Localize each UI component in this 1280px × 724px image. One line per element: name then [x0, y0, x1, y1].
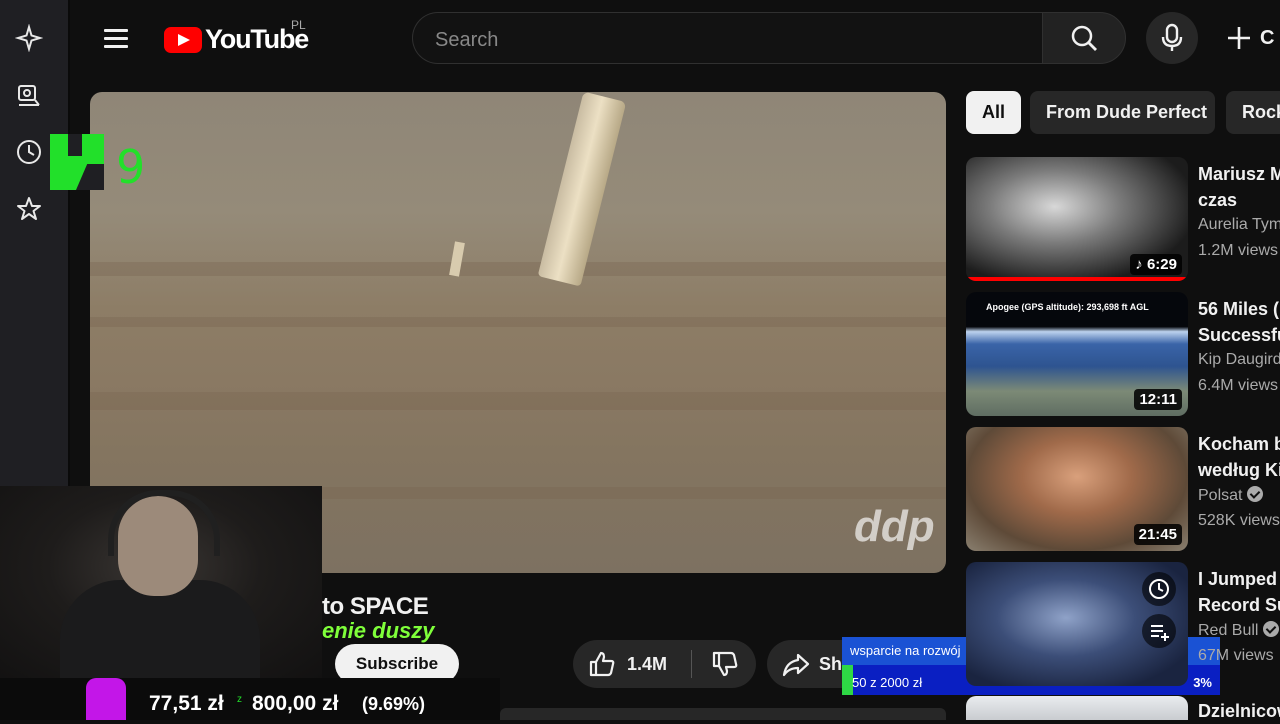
recommendation-item[interactable]: 21:45 Kocham b według Ki Polsat 528K vie… — [966, 427, 1280, 551]
play-logo-icon — [164, 27, 202, 53]
search-input[interactable] — [433, 25, 1017, 55]
streamer-icon[interactable] — [14, 80, 44, 110]
overlay-caption: enie duszy — [322, 618, 435, 643]
video-thumbnail[interactable] — [966, 696, 1188, 720]
thumbs-up-icon — [589, 651, 615, 677]
recommendation-item[interactable]: Apogee (GPS altitude): 293,698 ft AGL 12… — [966, 292, 1280, 416]
like-button[interactable]: 1.4M — [573, 640, 691, 688]
share-icon — [782, 653, 810, 677]
ticker-goal: 800,00 zł — [252, 692, 339, 715]
rec-views: 528K views — [1198, 512, 1280, 529]
search-button[interactable] — [1042, 12, 1126, 64]
thumb-caption: Apogee (GPS altitude): 293,698 ft AGL — [986, 302, 1149, 312]
rec-channel[interactable]: Polsat — [1198, 486, 1264, 505]
star-icon[interactable] — [14, 194, 44, 224]
verified-icon — [1247, 486, 1264, 502]
description-panel[interactable] — [500, 708, 946, 720]
queue-icon — [1151, 625, 1169, 641]
video-thumbnail[interactable]: ♪ 6:29 — [966, 157, 1188, 281]
rec-channel[interactable]: Kip Daugird — [1198, 351, 1280, 369]
chip-from-dude-perfect[interactable]: From Dude Perfect — [1030, 91, 1215, 134]
thumbs-down-icon — [712, 651, 738, 677]
rec-title[interactable]: Dzielnicow — [1198, 698, 1280, 724]
ticker-badge-icon — [86, 678, 126, 720]
rec-views: 67M views — [1198, 647, 1274, 664]
video-title: to SPACE — [322, 593, 429, 620]
sparkle-icon[interactable] — [14, 23, 44, 53]
goal-ticker: 77,51 zł z 800,00 zł (9.69%) — [0, 678, 500, 720]
rec-channel[interactable]: Aurelia Tym — [1198, 216, 1280, 234]
recommendation-item[interactable]: I Jumped Record Su Red Bull 67M views — [966, 562, 1280, 686]
duration-badge: 21:45 — [1133, 524, 1182, 545]
verified-icon — [1263, 621, 1280, 637]
rec-title-line2[interactable]: Successfu — [1198, 322, 1280, 348]
watch-later-button[interactable] — [1142, 572, 1176, 606]
ticker-percent: (9.69%) — [362, 694, 426, 714]
clock-icon[interactable] — [14, 137, 44, 167]
microphone-icon — [1161, 23, 1183, 51]
create-label: C — [1260, 26, 1275, 49]
clock-icon — [1149, 579, 1169, 599]
webcam-feed — [0, 486, 322, 678]
dislike-button[interactable] — [699, 640, 751, 688]
add-to-queue-button[interactable] — [1142, 614, 1176, 648]
rec-title[interactable]: Mariusz M — [1198, 161, 1280, 187]
duration-badge: ♪ 6:29 — [1130, 254, 1182, 275]
ticker-amount: 77,51 zł — [149, 692, 224, 715]
like-separator — [691, 650, 692, 678]
rec-title-line2[interactable]: czas — [1198, 187, 1280, 213]
rec-channel[interactable]: Red Bull — [1198, 621, 1280, 640]
hamburger-menu-icon[interactable] — [100, 24, 132, 54]
rec-channel-name: Red Bull — [1198, 622, 1259, 639]
k9-digit: 9 — [116, 140, 146, 194]
rec-views: 6.4M views — [1198, 377, 1279, 394]
recommendation-item[interactable]: ♪ 6:29 Mariusz M czas Aurelia Tym 1.2M v… — [966, 157, 1280, 281]
ticker-separator: z — [237, 694, 242, 705]
rec-views: 1.2M views — [1198, 242, 1279, 259]
chip-all[interactable]: All — [966, 91, 1021, 134]
chip-rock[interactable]: Rock — [1226, 91, 1280, 134]
create-button[interactable]: C — [1226, 20, 1280, 56]
voice-search-button[interactable] — [1146, 12, 1198, 64]
headset-icon — [108, 490, 220, 556]
rec-title-line2[interactable]: Record Su — [1198, 592, 1280, 618]
youtube-logo[interactable]: YouTube PL — [164, 18, 314, 56]
channel-watermark: ddp — [854, 502, 935, 551]
donation-title: wsparcie na rozwój — [850, 643, 961, 658]
search-icon — [1071, 25, 1097, 51]
country-code: PL — [291, 18, 306, 32]
like-dislike-group: 1.4M — [573, 640, 756, 688]
donation-amount: 50 z 2000 zł — [852, 675, 923, 690]
rocket-booster — [537, 92, 627, 287]
rec-title-line2[interactable]: według Ki — [1198, 457, 1280, 483]
rec-channel-name: Polsat — [1198, 487, 1243, 504]
rec-title[interactable]: I Jumped — [1198, 566, 1280, 592]
video-thumbnail[interactable]: Apogee (GPS altitude): 293,698 ft AGL 12… — [966, 292, 1188, 416]
search-box — [412, 12, 1042, 64]
plus-icon — [1228, 27, 1250, 49]
recommendation-item[interactable]: Dzielnicow — [966, 696, 1280, 721]
rec-title[interactable]: Kocham b — [1198, 431, 1280, 457]
k9-logo-icon — [50, 134, 104, 190]
rec-title[interactable]: 56 Miles ( — [1198, 296, 1280, 322]
duration-badge: 12:11 — [1134, 389, 1182, 410]
watched-progress — [966, 277, 1188, 281]
video-thumbnail[interactable] — [966, 562, 1188, 686]
like-count: 1.4M — [627, 653, 668, 674]
video-thumbnail[interactable]: 21:45 — [966, 427, 1188, 551]
